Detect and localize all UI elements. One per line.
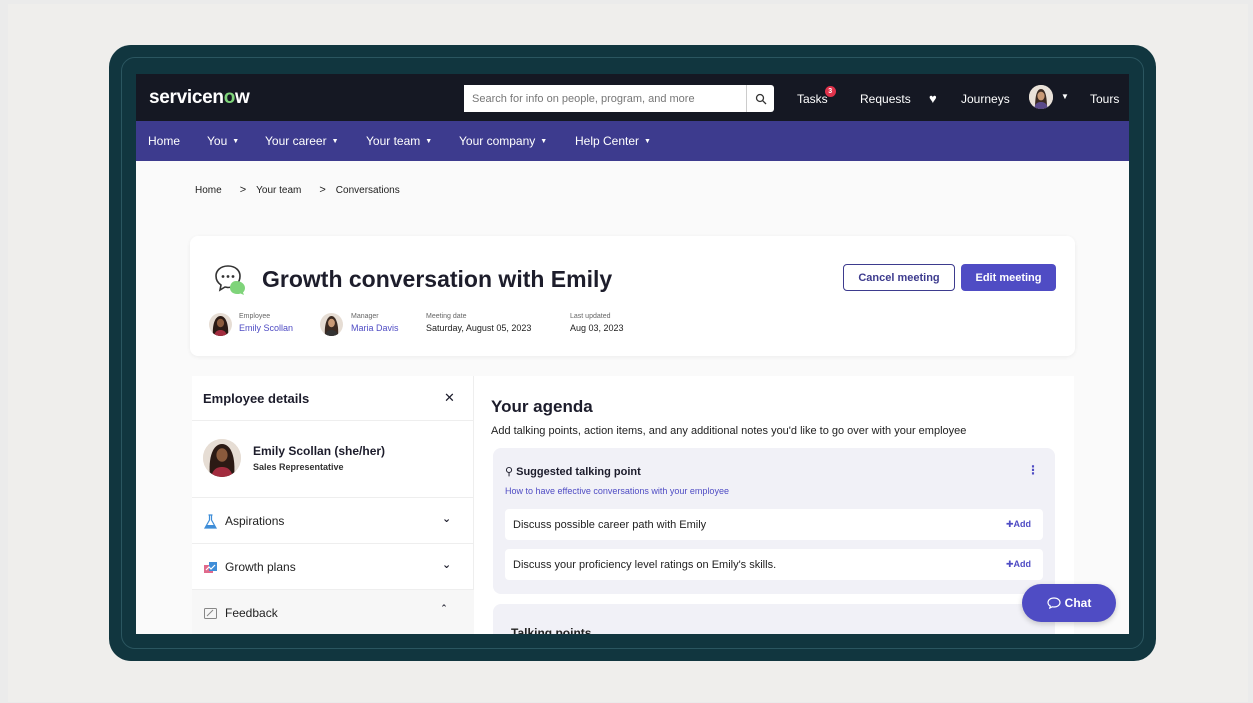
- meeting-date-meta: Meeting date Saturday, August 05, 2023: [426, 313, 531, 333]
- manager-label: Manager: [351, 313, 379, 320]
- servicenow-logo[interactable]: servicenow: [149, 87, 250, 109]
- close-icon[interactable]: ✕: [444, 390, 455, 406]
- growth-plan-icon: [204, 562, 217, 573]
- growth-plans-label: Growth plans: [225, 560, 296, 574]
- effective-conversations-link[interactable]: How to have effective conversations with…: [505, 486, 729, 496]
- employee-role: Sales Representative: [253, 462, 344, 472]
- breadcrumb-your-team[interactable]: Your team: [256, 185, 301, 196]
- agenda-subtitle: Add talking points, action items, and an…: [491, 425, 967, 437]
- chevron-right-icon: >: [239, 184, 247, 196]
- top-bar: servicenow Tasks 3 Requests ♥ Journeys: [136, 74, 1129, 121]
- manager-meta: Manager Maria Davis: [351, 313, 399, 333]
- breadcrumb-home[interactable]: Home: [195, 185, 222, 196]
- app-screen: servicenow Tasks 3 Requests ♥ Journeys: [136, 74, 1129, 634]
- user-photo-icon: [1029, 85, 1053, 109]
- suggested-title-text: Suggested talking point: [516, 466, 641, 478]
- edit-meeting-button[interactable]: Edit meeting: [961, 264, 1056, 291]
- talking-point-row: Discuss possible career path with Emily …: [505, 509, 1043, 540]
- chevron-down-icon: ▼: [331, 138, 339, 145]
- search-button[interactable]: [746, 85, 774, 112]
- employee-label: Employee: [239, 313, 271, 320]
- search-input[interactable]: [464, 85, 746, 112]
- aspirations-label: Aspirations: [225, 514, 285, 528]
- employee-details-header: Employee details ✕: [192, 376, 474, 421]
- conversation-header-card: Growth conversation with Emily Cancel me…: [190, 236, 1075, 356]
- cancel-meeting-button[interactable]: Cancel meeting: [843, 264, 955, 291]
- add-talking-point-button[interactable]: ✚Add: [1006, 519, 1031, 530]
- last-updated-label: Last updated: [570, 313, 611, 320]
- employee-profile: Emily Scollan (she/her) Sales Representa…: [192, 421, 474, 498]
- heart-icon[interactable]: ♥: [929, 91, 937, 106]
- chevron-down-icon: ▼: [644, 138, 651, 145]
- chat-label: Chat: [1064, 596, 1092, 610]
- chevron-down-icon: ⌄: [442, 513, 452, 525]
- chevron-down-icon: ▼: [540, 138, 548, 145]
- employee-details-panel: Employee details ✕ Emily Scollan (she/he…: [192, 376, 474, 634]
- chat-icon: [1047, 597, 1061, 609]
- talking-point-text: Discuss your proficiency level ratings o…: [513, 559, 777, 571]
- main-nav: Home You ▼ Your career ▼ Your team ▼ Your c…: [136, 121, 1129, 161]
- journeys-link[interactable]: Journeys: [961, 92, 1010, 106]
- employee-details-title: Employee details: [203, 391, 310, 406]
- nav-home[interactable]: Home: [148, 134, 180, 148]
- feedback-label: Feedback: [225, 606, 278, 620]
- suggested-talking-point-title: ⚲ Suggested talking point: [505, 465, 641, 478]
- meeting-date-label: Meeting date: [426, 313, 467, 320]
- chevron-down-icon: ▼: [425, 138, 433, 145]
- feedback-icon: [204, 608, 217, 619]
- requests-link[interactable]: Requests: [860, 92, 911, 106]
- last-updated-value: Aug 03, 2023: [570, 323, 624, 333]
- chevron-right-icon: >: [319, 184, 326, 196]
- add-talking-point-button[interactable]: ✚Add: [1006, 559, 1031, 570]
- tasks-label: Tasks: [797, 92, 828, 106]
- employee-meta: Employee Emily Scollan: [239, 313, 293, 333]
- employee-profile-avatar: [203, 439, 241, 477]
- talking-points-title: Talking points: [511, 626, 592, 634]
- employee-full-name: Emily Scollan (she/her): [253, 444, 386, 458]
- suggested-talking-point-card: ⚲ Suggested talking point ⋮ How to have …: [493, 448, 1055, 594]
- accordion-feedback[interactable]: Feedback ˆ: [192, 590, 474, 634]
- breadcrumb: Home > Your team > Conversations: [195, 184, 408, 196]
- accordion-growth-plans[interactable]: Growth plans ⌄: [192, 544, 474, 590]
- employee-name-link[interactable]: Emily Scollan: [239, 323, 293, 333]
- user-menu-chevron-down-icon[interactable]: ▼: [1061, 92, 1069, 101]
- nav-your-team[interactable]: Your team ▼: [366, 134, 432, 148]
- chevron-up-icon: ˆ: [442, 604, 446, 616]
- manager-avatar: [320, 313, 343, 336]
- search-icon: [755, 93, 766, 104]
- chevron-down-icon: ⌄: [442, 559, 452, 571]
- meeting-date-value: Saturday, August 05, 2023: [426, 323, 532, 333]
- main-content: Home > Your team > Conversations Growth conv…: [136, 161, 1129, 634]
- lightbulb-icon: ⚲: [505, 466, 514, 478]
- chat-button[interactable]: Chat: [1022, 584, 1116, 622]
- manager-name-link[interactable]: Maria Davis: [351, 323, 399, 333]
- agenda-panel: Your agenda Add talking points, action i…: [474, 376, 1074, 634]
- talking-point-text: Discuss possible career path with Emily: [513, 519, 707, 531]
- search-bar: [464, 85, 774, 112]
- more-options-icon[interactable]: ⋮: [1027, 463, 1039, 477]
- breadcrumb-current: Conversations: [335, 185, 400, 196]
- nav-you[interactable]: You ▼: [207, 134, 239, 148]
- agenda-title: Your agenda: [491, 397, 593, 416]
- tasks-badge: 3: [824, 86, 836, 97]
- page-title: Growth conversation with Emily: [262, 266, 613, 292]
- tours-link[interactable]: Tours: [1090, 92, 1119, 106]
- accordion-aspirations[interactable]: Aspirations ⌄: [192, 498, 474, 544]
- talking-point-row: Discuss your proficiency level ratings o…: [505, 549, 1043, 580]
- user-avatar[interactable]: [1029, 85, 1053, 109]
- tasks-link[interactable]: Tasks 3: [797, 86, 836, 106]
- nav-your-company[interactable]: Your company ▼: [459, 134, 547, 148]
- chevron-down-icon: ▼: [232, 138, 240, 145]
- nav-help-center[interactable]: Help Center ▼: [575, 134, 651, 148]
- talking-points-section: Talking points: [493, 604, 1055, 634]
- chat-bubble-icon: [215, 265, 245, 295]
- last-updated-meta: Last updated Aug 03, 2023: [570, 313, 624, 333]
- flask-icon: [203, 514, 218, 529]
- employee-avatar: [209, 313, 232, 336]
- nav-your-career[interactable]: Your career ▼: [265, 134, 339, 148]
